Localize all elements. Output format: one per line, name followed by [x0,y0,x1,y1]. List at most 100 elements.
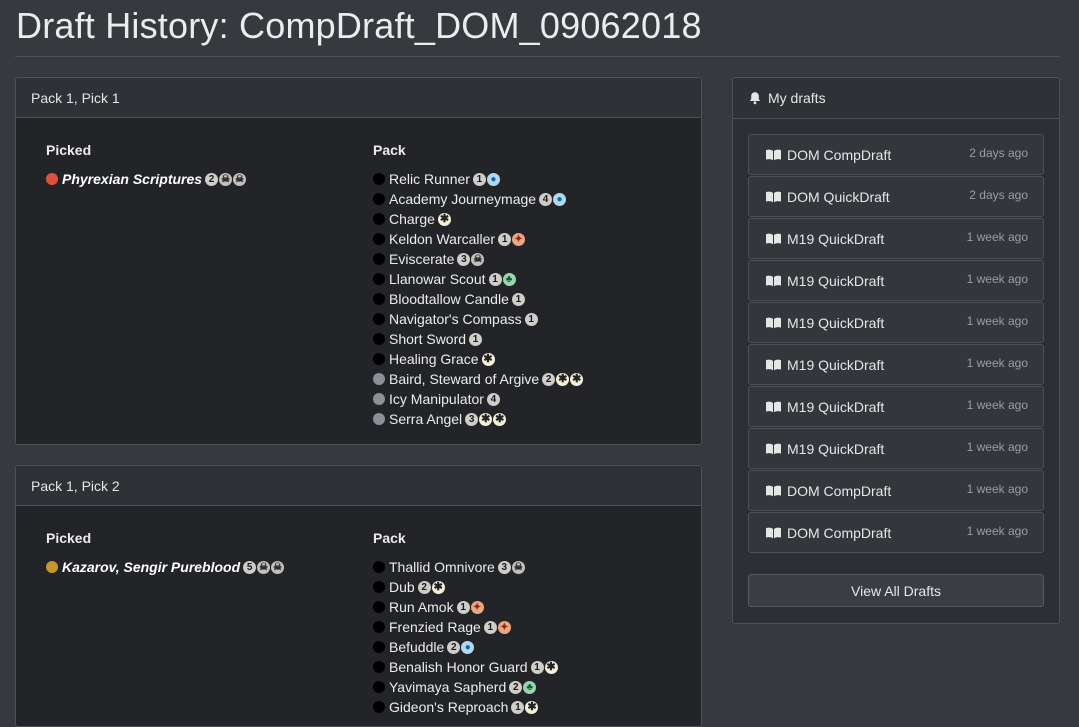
pack-card[interactable]: Befuddle 2 ● [373,637,693,657]
card-name: Gideon's Reproach [389,699,509,715]
mana-cost: 4 ● [539,192,567,206]
pack-card[interactable]: Eviscerate 3 ☠ [373,249,693,269]
pack-list: Relic Runner 1 ● Academy Journeymage 4 ● Charg… [373,169,693,429]
draft-list-item[interactable]: M19 QuickDraft 1 week ago [748,218,1044,259]
color-dot [373,333,385,345]
picked-column: Picked Phyrexian Scriptures 2 ☠ ☠ [46,142,346,189]
color-dot [373,233,385,245]
mana-cost: ✱ [437,212,452,226]
pack-card[interactable]: Bloodtallow Candle 1 [373,289,693,309]
draft-list-item[interactable]: DOM QuickDraft 2 days ago [748,176,1044,217]
pack-card[interactable]: Short Sword 1 [373,329,693,349]
draft-name: M19 QuickDraft [787,398,885,415]
generic-mana-icon: 1 [469,332,483,346]
black-mana-icon: ☠ [511,560,525,574]
pack-card[interactable]: Keldon Warcaller 1 ✦ [373,229,693,249]
draft-name: M19 QuickDraft [787,230,885,247]
red-mana-icon: ✦ [497,620,511,634]
draft-list-item[interactable]: M19 QuickDraft 1 week ago [748,344,1044,385]
my-drafts-heading: My drafts [733,78,1059,119]
picked-card[interactable]: Phyrexian Scriptures 2 ☠ ☠ [46,169,346,189]
mana-cost: ✱ [481,352,496,366]
pack-card[interactable]: Benalish Honor Guard 1 ✱ [373,657,693,677]
pack-card[interactable]: Frenzied Rage 1 ✦ [373,617,693,637]
book-open-icon [766,485,781,497]
color-dot [373,581,385,593]
pack-card[interactable]: Run Amok 1 ✦ [373,597,693,617]
mana-cost: 3 ☠ [497,560,526,574]
generic-mana-icon: 4 [486,392,500,406]
pack-card[interactable]: Yavimaya Sapherd 2 ♣ [373,677,693,697]
white-mana-icon: ✱ [544,660,558,674]
generic-mana-icon: 2 [542,372,556,386]
color-dot [373,173,385,185]
draft-list-item[interactable]: DOM CompDraft 1 week ago [748,470,1044,511]
picked-card[interactable]: Kazarov, Sengir Pureblood 5 ☠ ☠ [46,557,346,577]
generic-mana-icon: 3 [497,560,511,574]
draft-list-item[interactable]: M19 QuickDraft 1 week ago [748,428,1044,469]
generic-mana-icon: 1 [511,700,525,714]
generic-mana-icon: 4 [539,192,553,206]
generic-mana-icon: 1 [530,660,544,674]
mana-cost: 2 ✱ ✱ [542,372,584,386]
mana-cost: 1 [511,292,526,306]
book-open-icon [766,275,781,287]
red-mana-icon: ✦ [512,232,526,246]
book-open-icon [766,401,781,413]
color-dot [373,661,385,673]
book-open-icon [766,233,781,245]
color-dot [373,373,385,385]
card-name: Befuddle [389,639,445,655]
draft-list-item[interactable]: DOM CompDraft 1 week ago [748,512,1044,553]
pack-card[interactable]: Baird, Steward of Argive 2 ✱ ✱ [373,369,693,389]
mana-cost: 1 ♣ [488,272,517,286]
book-open-icon [766,527,781,539]
draft-list-item[interactable]: M19 QuickDraft 1 week ago [748,386,1044,427]
pack-card[interactable]: Dub 2 ✱ [373,577,693,597]
draft-list-item[interactable]: M19 QuickDraft 1 week ago [748,302,1044,343]
pack-column: Pack Relic Runner 1 ● Academy Journeymage 4 ●… [373,142,693,429]
card-name: Short Sword [389,331,467,347]
card-name: Icy Manipulator [389,391,484,407]
book-open-icon [766,359,781,371]
generic-mana-icon: 2 [447,640,461,654]
color-dot [373,213,385,225]
draft-name: DOM QuickDraft [787,188,890,205]
pack-card[interactable]: Academy Journeymage 4 ● [373,189,693,209]
draft-list-item[interactable]: DOM CompDraft 2 days ago [748,134,1044,175]
card-name: Yavimaya Sapherd [389,679,507,695]
generic-mana-icon: 1 [488,272,502,286]
draft-timestamp: 1 week ago [966,524,1028,538]
green-mana-icon: ♣ [502,272,516,286]
pack-card[interactable]: Relic Runner 1 ● [373,169,693,189]
draft-timestamp: 1 week ago [966,482,1028,496]
color-dot [373,293,385,305]
pack-card[interactable]: Navigator's Compass 1 [373,309,693,329]
pack-card[interactable]: Icy Manipulator 4 [373,389,693,409]
mana-cost: 1 [469,332,483,346]
pack-card[interactable]: Llanowar Scout 1 ♣ [373,269,693,289]
draft-list: DOM CompDraft 2 days ago DOM QuickDraft 2 d… [748,134,1044,554]
view-all-drafts-button[interactable]: View All Drafts [748,574,1044,607]
pick-heading: Pack 1, Pick 1 [16,78,701,118]
color-dot [46,561,58,573]
draft-list-item[interactable]: M19 QuickDraft 1 week ago [748,260,1044,301]
picked-label: Picked [46,530,92,546]
card-name: Relic Runner [389,171,470,187]
pack-card[interactable]: Healing Grace ✱ [373,349,693,369]
generic-mana-icon: 1 [472,172,486,186]
draft-timestamp: 1 week ago [966,440,1028,454]
pack-card[interactable]: Serra Angel 3 ✱ ✱ [373,409,693,429]
green-mana-icon: ♣ [523,680,537,694]
page-title: Draft History: CompDraft_DOM_09062018 [16,5,702,46]
pack-card[interactable]: Thallid Omnivore 3 ☠ [373,557,693,577]
color-dot [373,353,385,365]
mana-cost: 1 ✦ [498,232,526,246]
book-open-icon [766,149,781,161]
picked-label: Picked [46,142,92,158]
black-mana-icon: ☠ [219,172,233,186]
mana-cost: 2 ● [447,640,475,654]
pack-card[interactable]: Charge ✱ [373,209,693,229]
generic-mana-icon: 2 [205,172,219,186]
pack-card[interactable]: Gideon's Reproach 1 ✱ [373,697,693,717]
